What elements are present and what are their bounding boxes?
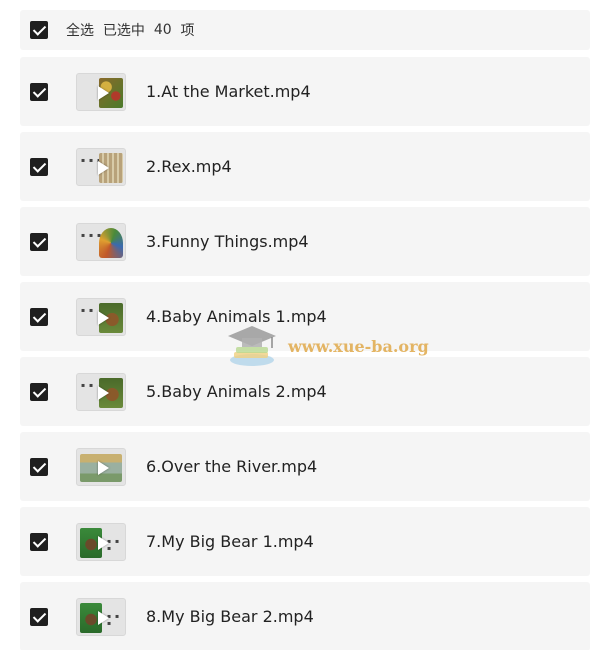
list-item[interactable]: 1.At the Market.mp4 [20,57,590,126]
item-checkbox[interactable] [30,82,48,101]
thumbnail-image [99,227,123,258]
item-checkbox[interactable] [30,232,48,251]
file-name[interactable]: 7.My Big Bear 1.mp4 [146,532,314,551]
select-all-bar: 全选 已选中 40 项 [20,10,590,50]
file-name[interactable]: 4.Baby Animals 1.mp4 [146,307,327,326]
list-item[interactable]: 6.Over the River.mp4 [20,432,590,501]
video-thumbnail: ▪ ▪ [76,372,126,411]
video-thumbnail [76,447,126,486]
list-item[interactable]: ▪ ▪ ▪ ▪ 3.Funny Things.mp4 [20,207,590,276]
list-item[interactable]: ▪ ▪ ▪ 8.My Big Bear 2.mp4 [20,582,590,650]
item-checkbox[interactable] [30,382,48,401]
list-item[interactable]: ▪ ▪ 5.Baby Animals 2.mp4 [20,357,590,426]
select-all-label[interactable]: 全选 [66,20,94,40]
file-name[interactable]: 1.At the Market.mp4 [146,82,311,101]
video-thumbnail: ▪ ▪ ▪ ▪ [76,222,126,261]
selected-suffix: 项 [180,23,195,39]
file-name[interactable]: 5.Baby Animals 2.mp4 [146,382,327,401]
thumbnail-text-marks: ▪ ▪ ▪ [107,612,121,627]
play-icon [98,460,109,475]
item-checkbox[interactable] [30,532,48,551]
play-icon [98,385,109,400]
video-thumbnail [76,72,126,111]
video-thumbnail: ▪ ▪ ▪ [76,522,126,561]
item-checkbox[interactable] [30,157,48,176]
play-icon [98,160,109,175]
item-checkbox[interactable] [30,607,48,626]
video-thumbnail: ▪ ▪ ▪ [76,597,126,636]
select-all-checkbox[interactable] [30,21,48,39]
thumbnail-text-marks: ▪ ▪ ▪ [107,537,121,552]
item-checkbox[interactable] [30,307,48,326]
selection-summary: 全选 已选中 40 项 [66,20,195,40]
file-name[interactable]: 6.Over the River.mp4 [146,457,317,476]
selected-count: 40 [153,22,172,38]
list-item[interactable]: ▪ ▪ ▪ 7.My Big Bear 1.mp4 [20,507,590,576]
list-item[interactable]: ▪ ▪ ▪ 2.Rex.mp4 [20,132,590,201]
item-checkbox[interactable] [30,457,48,476]
play-icon [98,310,109,325]
play-icon [98,85,109,100]
selected-prefix: 已选中 [102,23,145,39]
play-icon [98,610,109,625]
thumbnail-text-marks: ▪ ▪ [81,306,95,314]
video-thumbnail: ▪ ▪ [76,297,126,336]
play-icon [98,535,109,550]
file-name[interactable]: 8.My Big Bear 2.mp4 [146,607,314,626]
list-item[interactable]: ▪ ▪ 4.Baby Animals 1.mp4 [20,282,590,351]
file-name[interactable]: 2.Rex.mp4 [146,157,232,176]
thumbnail-text-marks: ▪ ▪ [81,381,95,389]
video-thumbnail: ▪ ▪ ▪ [76,147,126,186]
file-name[interactable]: 3.Funny Things.mp4 [146,232,309,251]
